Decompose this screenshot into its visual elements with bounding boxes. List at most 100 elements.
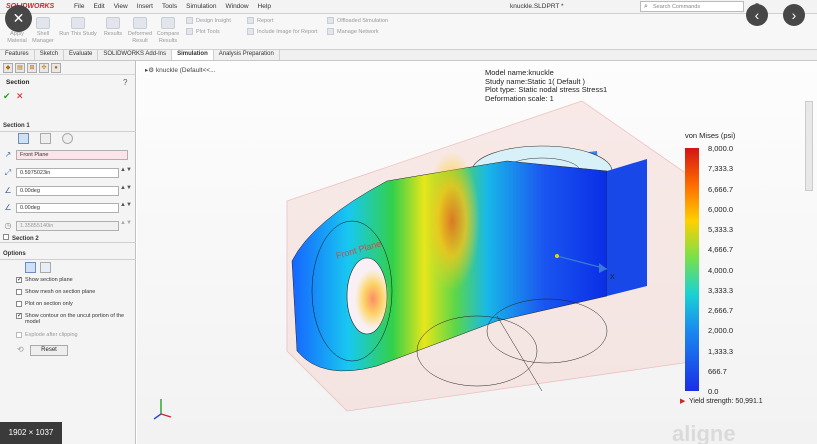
search-icon: ⌕ — [644, 3, 648, 10]
dimxpert-icon[interactable]: ✣ — [39, 62, 49, 73]
image-dimensions: 1902 × 1037 — [8, 428, 54, 437]
plot-tools-label: Plot Tools — [196, 28, 220, 35]
graphics-viewport[interactable]: ▸⚙ knuckle (Default<<... Model name:knuc… — [137, 61, 817, 444]
section2-checkbox[interactable] — [3, 234, 9, 240]
previous-image-button[interactable]: ‹ — [746, 4, 768, 26]
tab-sketch[interactable]: Sketch — [35, 50, 65, 60]
legend-tick-label: 1,333.3 — [708, 346, 734, 356]
offloaded-simulation-button[interactable]: Offloaded Simulation — [327, 17, 388, 24]
tab-simulation[interactable]: Simulation — [172, 50, 214, 60]
stress-hotspot-center — [424, 151, 480, 291]
legend-tick-label: 8,000.0 — [708, 144, 734, 153]
design-insight-button[interactable]: Design Insight — [186, 17, 231, 24]
menu-tools[interactable]: Tools — [162, 3, 177, 10]
triad-icon — [153, 399, 172, 420]
right-task-pane-tabs[interactable] — [805, 101, 813, 191]
design-insight-label: Design Insight — [196, 17, 231, 24]
distance-field: 1.35855140in — [16, 221, 119, 231]
tab-analysis-preparation[interactable]: Analysis Preparation — [214, 50, 280, 60]
cylindrical-section-icon[interactable] — [40, 133, 51, 144]
search-placeholder: Search Commands — [653, 4, 701, 10]
tab-features[interactable]: Features — [0, 50, 35, 60]
show-mesh-checkbox[interactable]: Show mesh on section plane — [16, 289, 95, 295]
results-button[interactable]: Results — [100, 17, 126, 38]
section1-header[interactable]: Section 1 — [0, 121, 136, 132]
deformed-icon — [133, 17, 147, 29]
tab-addins[interactable]: SOLIDWORKS Add-Ins — [98, 50, 173, 60]
checkbox-box — [16, 301, 22, 307]
menu-edit[interactable]: Edit — [93, 3, 104, 10]
cancel-x-icon[interactable]: ✕ — [16, 91, 24, 102]
run-study-button[interactable]: Run This Study — [58, 17, 98, 38]
config-icon[interactable]: ⊞ — [27, 62, 37, 73]
chevron-left-icon: ‹ — [754, 7, 760, 23]
plot-tools-button[interactable]: Plot Tools — [186, 28, 220, 35]
shell-manager-button[interactable]: Shell Manager — [30, 17, 56, 44]
menu-simulation[interactable]: Simulation — [186, 3, 216, 10]
angle2-field[interactable]: 0.00deg — [16, 203, 119, 213]
show-contour-label: Show contour on the uncut portion of the… — [25, 313, 125, 325]
plane-icon: ↗ — [4, 150, 12, 159]
spherical-section-icon[interactable] — [62, 133, 73, 144]
explode-after-clipping-checkbox[interactable]: Explode after clipping — [16, 332, 78, 338]
angle2-icon: ∠ — [4, 203, 12, 212]
distance-icon: ◷ — [4, 221, 12, 230]
ok-check-icon[interactable]: ✔ — [3, 91, 11, 102]
image-icon — [247, 28, 254, 35]
plot-section-only-checkbox[interactable]: Plot on section only — [16, 301, 73, 307]
legend-tick-label: 4,000.0 — [708, 265, 734, 275]
reset-button[interactable]: Reset — [30, 345, 68, 356]
report-icon — [247, 17, 254, 24]
report-button[interactable]: Report — [247, 17, 274, 24]
legend-tick-label: 5,333.3 — [708, 225, 734, 234]
menu-insert[interactable]: Insert — [137, 3, 153, 10]
angle2-spinner[interactable]: ▲▼ — [120, 202, 132, 208]
angle1-icon: ∠ — [4, 186, 12, 195]
help-icon[interactable]: ? — [123, 78, 127, 87]
search-input[interactable]: ⌕ Search Commands — [640, 1, 744, 12]
offset-spinner[interactable]: ▲▼ — [120, 167, 132, 173]
legend-tick-label: 6,666.7 — [708, 184, 734, 194]
show-contour-checkbox[interactable]: ✓ Show contour on the uncut portion of th… — [16, 313, 131, 325]
include-image-button[interactable]: Include Image for Report — [247, 28, 318, 35]
deformed-result-label: Deformed Result — [127, 31, 153, 44]
distance-spinner: ▲▼ — [120, 220, 132, 226]
yield-strength: Yield strength: 50,991.1 — [689, 398, 763, 405]
checkbox-box — [16, 289, 22, 295]
section2-label: Section 2 — [12, 236, 39, 242]
menu-window[interactable]: Window — [225, 3, 248, 10]
show-section-plane-checkbox[interactable]: ✓ Show section plane — [16, 277, 73, 283]
keep-side-icon[interactable] — [25, 262, 36, 273]
feature-tree-icon[interactable]: ◆ — [3, 62, 13, 73]
legend-title: von Mises (psi) — [685, 131, 736, 140]
property-icon[interactable]: ▤ — [15, 62, 25, 73]
menu-file[interactable]: File — [74, 3, 84, 10]
planar-section-icon[interactable] — [18, 133, 29, 144]
include-image-label: Include Image for Report — [257, 28, 318, 35]
manage-network-button[interactable]: Manage Network — [327, 28, 379, 35]
angle1-field[interactable]: 0.00deg — [16, 186, 119, 196]
flip-side-icon[interactable] — [40, 262, 51, 273]
legend-tick-label: 7,333.3 — [708, 164, 734, 174]
menu-view[interactable]: View — [114, 3, 128, 10]
yield-arrow-icon: ▶ — [680, 398, 686, 405]
close-viewer-button[interactable]: ✕ — [5, 5, 32, 32]
shell-manager-label: Shell Manager — [32, 31, 54, 44]
offset-field[interactable]: 0.5975023in — [16, 168, 119, 178]
plot-tools-icon — [186, 28, 193, 35]
checkbox-box: ✓ — [16, 277, 23, 283]
next-image-button[interactable]: › — [783, 4, 805, 26]
tab-evaluate[interactable]: Evaluate — [64, 50, 99, 60]
offload-icon — [327, 17, 334, 24]
deformed-result-button[interactable]: Deformed Result — [126, 17, 154, 44]
section-handle[interactable] — [555, 254, 559, 258]
plane-selection-field[interactable]: Front Plane — [16, 150, 128, 160]
compare-results-button[interactable]: Compare Results — [154, 17, 182, 44]
menu-help[interactable]: Help — [258, 3, 271, 10]
close-icon: ✕ — [12, 10, 25, 26]
options-header[interactable]: Options — [0, 249, 136, 260]
angle1-spinner[interactable]: ▲▼ — [120, 185, 132, 191]
panel-title: Section — [6, 79, 30, 86]
display-icon[interactable]: ● — [51, 62, 61, 73]
section2-header[interactable]: Section 2 — [0, 232, 136, 243]
